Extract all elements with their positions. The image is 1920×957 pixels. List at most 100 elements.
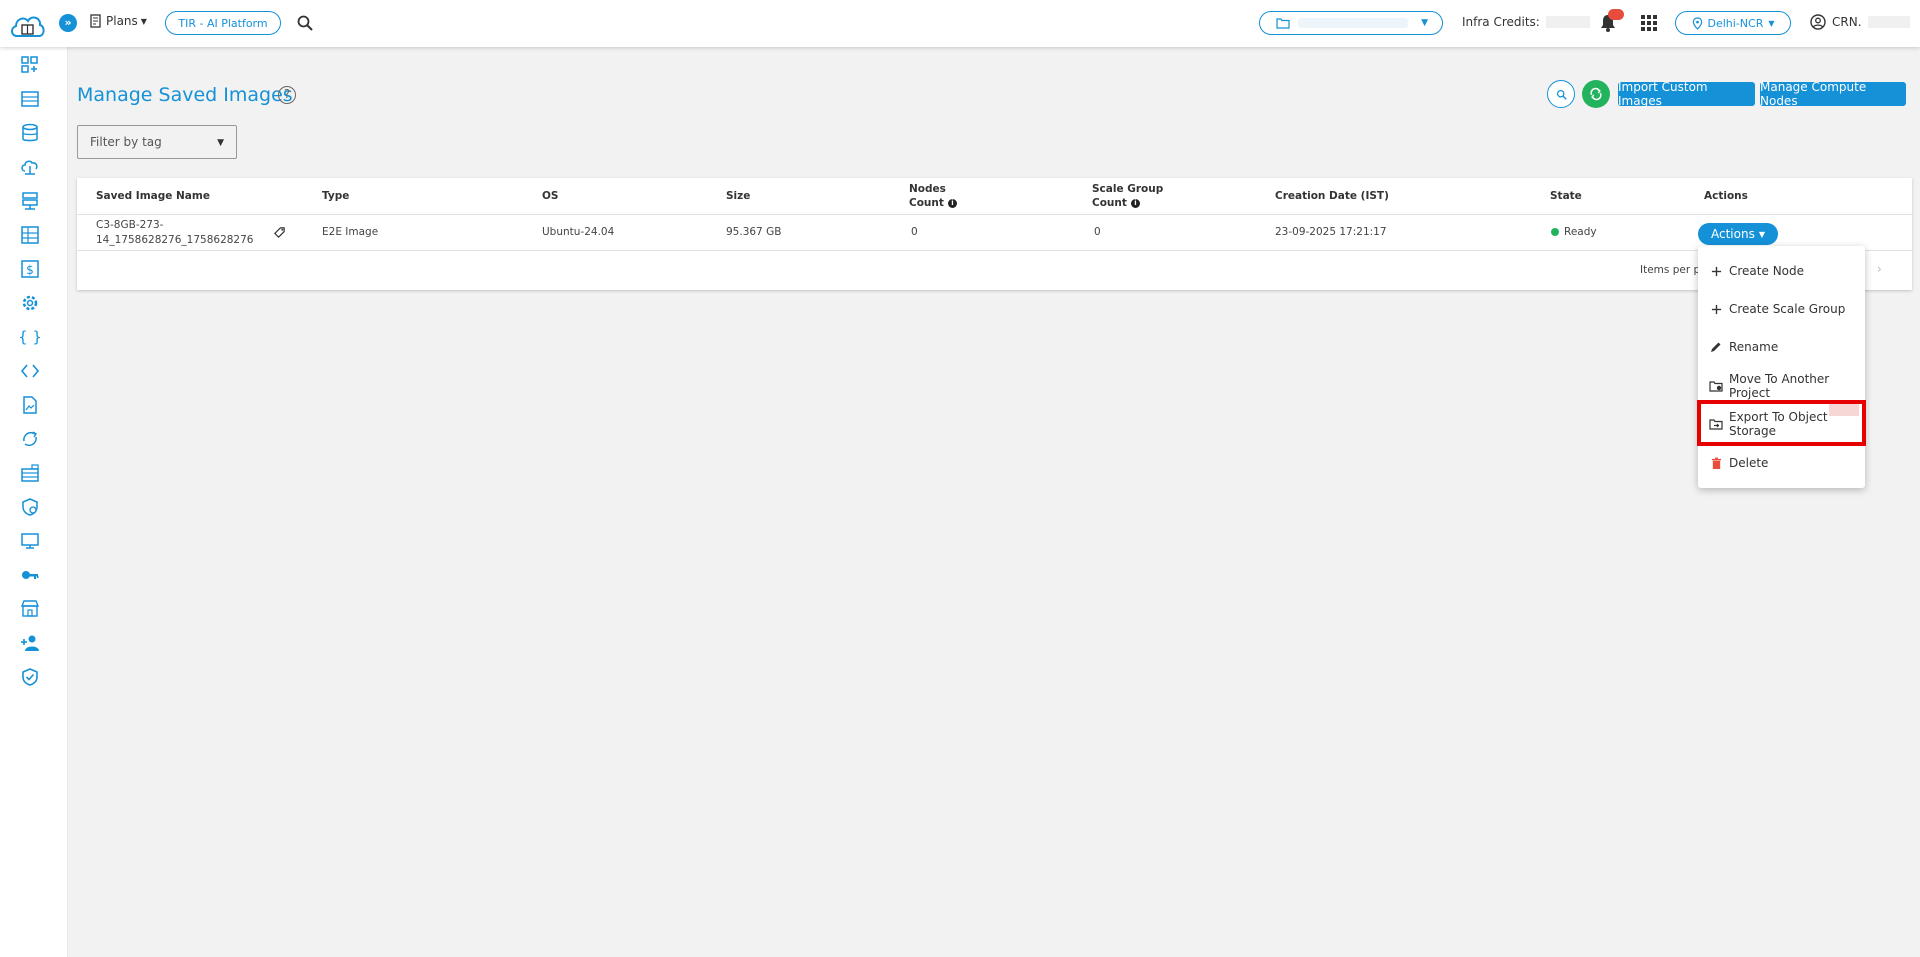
chevron-down-icon: ▼ (1758, 229, 1765, 239)
user-id-redacted (1867, 16, 1910, 28)
next-page-icon[interactable]: › (1877, 262, 1882, 276)
highlight-box (1697, 400, 1866, 446)
top-navbar: » Plans ▼ TIR - AI Platform ▼ Infra Cred… (0, 0, 1920, 47)
header-saved-image-name[interactable]: Saved Image Name (96, 178, 210, 214)
infra-credits: Infra Credits: (1462, 15, 1590, 29)
page-title: Manage Saved Images (77, 84, 293, 106)
svg-text:{ }: { } (20, 328, 40, 346)
menu-item-move-to-another-project[interactable]: Move To Another Project (1698, 370, 1865, 402)
cloud-upload-icon[interactable] (20, 157, 40, 177)
header-divider (77, 214, 1912, 215)
header-os[interactable]: OS (542, 178, 559, 214)
scale-header-line1: Scale Group (1092, 183, 1164, 195)
image-file-icon[interactable] (20, 395, 40, 415)
search-icon[interactable] (296, 14, 314, 32)
nodes-count-cell: 0 (911, 226, 918, 238)
plus-icon (1709, 264, 1723, 278)
sidebar: $ { } (0, 47, 68, 957)
menu-item-create-node[interactable]: Create Node (1698, 255, 1865, 287)
state-cell: Ready (1551, 225, 1597, 240)
chevron-down-icon: ▼ (217, 138, 224, 148)
header-nodes-count[interactable]: Nodes Count i (909, 178, 957, 214)
menu-item-rename[interactable]: Rename (1698, 331, 1865, 363)
pencil-icon (1709, 340, 1723, 354)
header-scale-group-count[interactable]: Scale Group Count i (1092, 178, 1163, 214)
menu-item-delete[interactable]: Delete (1698, 447, 1865, 479)
filter-by-tag-select[interactable]: Filter by tag ▼ (77, 125, 237, 159)
chevron-down-icon: ▼ (1421, 18, 1428, 28)
apps-grid-icon[interactable] (1640, 14, 1658, 32)
header-size[interactable]: Size (726, 178, 750, 214)
credits-value-redacted (1545, 16, 1590, 28)
actions-dropdown-button[interactable]: Actions ▼ (1698, 223, 1778, 245)
header-type[interactable]: Type (322, 178, 349, 214)
key-icon[interactable] (20, 565, 40, 585)
monitor-icon[interactable] (20, 531, 40, 551)
menu-item-label: Rename (1729, 340, 1779, 354)
sync-icon[interactable] (20, 429, 40, 449)
items-per-page-label: Items per pa (1640, 264, 1707, 276)
network-icon[interactable] (20, 191, 40, 211)
plus-icon (1709, 302, 1723, 316)
storage-icon[interactable] (20, 463, 40, 483)
store-icon[interactable] (20, 599, 40, 619)
tag-icon[interactable] (273, 226, 286, 244)
saved-images-table: Saved Image Name Type OS Size Nodes Coun… (77, 178, 1912, 290)
shield-settings-icon[interactable] (20, 497, 40, 517)
tir-platform-button[interactable]: TIR - AI Platform (165, 11, 281, 35)
plans-menu[interactable]: Plans ▼ (89, 14, 147, 28)
import-custom-images-button[interactable]: Import Custom Images (1618, 80, 1755, 108)
row-divider (77, 250, 1912, 251)
state-label: Ready (1564, 226, 1597, 238)
scale-header-count: Count (1092, 197, 1127, 209)
trash-icon (1709, 456, 1723, 470)
nodes-header-line1: Nodes (909, 183, 946, 195)
scale-header-line2: Count i (1092, 196, 1140, 210)
svg-text:$: $ (26, 263, 34, 277)
gear-icon[interactable] (20, 293, 40, 313)
dashboard-icon[interactable] (20, 55, 40, 75)
notification-badge (1608, 9, 1624, 20)
database-icon[interactable] (20, 123, 40, 143)
cloud-logo-icon[interactable] (8, 10, 46, 40)
header-state[interactable]: State (1550, 178, 1582, 214)
menu-item-create-scale-group[interactable]: Create Scale Group (1698, 293, 1865, 325)
user-menu[interactable]: CRN. (1810, 14, 1910, 30)
image-size-cell: 95.367 GB (726, 226, 782, 238)
nodes-header-line2: Count i (909, 196, 957, 210)
code-icon[interactable] (20, 361, 40, 381)
search-icon (1556, 89, 1567, 100)
image-type-cell: E2E Image (322, 226, 379, 238)
braces-icon[interactable]: { } (18, 327, 42, 347)
project-select[interactable]: ▼ (1259, 11, 1443, 35)
header-creation-date[interactable]: Creation Date (IST) (1275, 178, 1389, 214)
location-pin-icon (1692, 16, 1702, 30)
refresh-button[interactable] (1582, 80, 1610, 108)
add-user-icon[interactable] (20, 633, 40, 653)
header-actions: Actions (1704, 190, 1748, 202)
region-select[interactable]: Delhi-NCR ▼ (1675, 11, 1791, 35)
user-label: CRN. (1832, 15, 1862, 29)
credits-label: Infra Credits: (1462, 15, 1540, 29)
billing-icon[interactable]: $ (20, 259, 40, 279)
actions-label: Actions (1711, 227, 1755, 241)
actions-dropdown-menu: Create Node Create Scale Group Rename Mo… (1698, 246, 1865, 488)
image-name-line1: C3-8GB-273- (96, 219, 164, 231)
document-icon (90, 14, 101, 28)
image-os-cell: Ubuntu-24.04 (542, 226, 615, 238)
shield-check-icon[interactable] (20, 667, 40, 687)
menu-item-label: Move To Another Project (1729, 372, 1830, 400)
help-icon[interactable]: ? (278, 86, 296, 104)
info-icon[interactable]: i (1130, 198, 1140, 208)
server-icon[interactable] (20, 89, 40, 109)
refresh-icon (1590, 87, 1602, 101)
chevron-down-icon: ▼ (140, 16, 147, 26)
search-button[interactable] (1547, 80, 1575, 108)
manage-compute-nodes-button[interactable]: Manage Compute Nodes (1760, 80, 1906, 108)
table-grid-icon[interactable] (20, 225, 40, 245)
filter-placeholder: Filter by tag (90, 135, 162, 149)
expand-sidebar-button[interactable]: » (59, 14, 77, 32)
menu-item-label: Create Scale Group (1729, 302, 1846, 316)
info-icon[interactable]: i (947, 198, 957, 208)
creation-date-cell: 23-09-2025 17:21:17 (1275, 226, 1387, 238)
